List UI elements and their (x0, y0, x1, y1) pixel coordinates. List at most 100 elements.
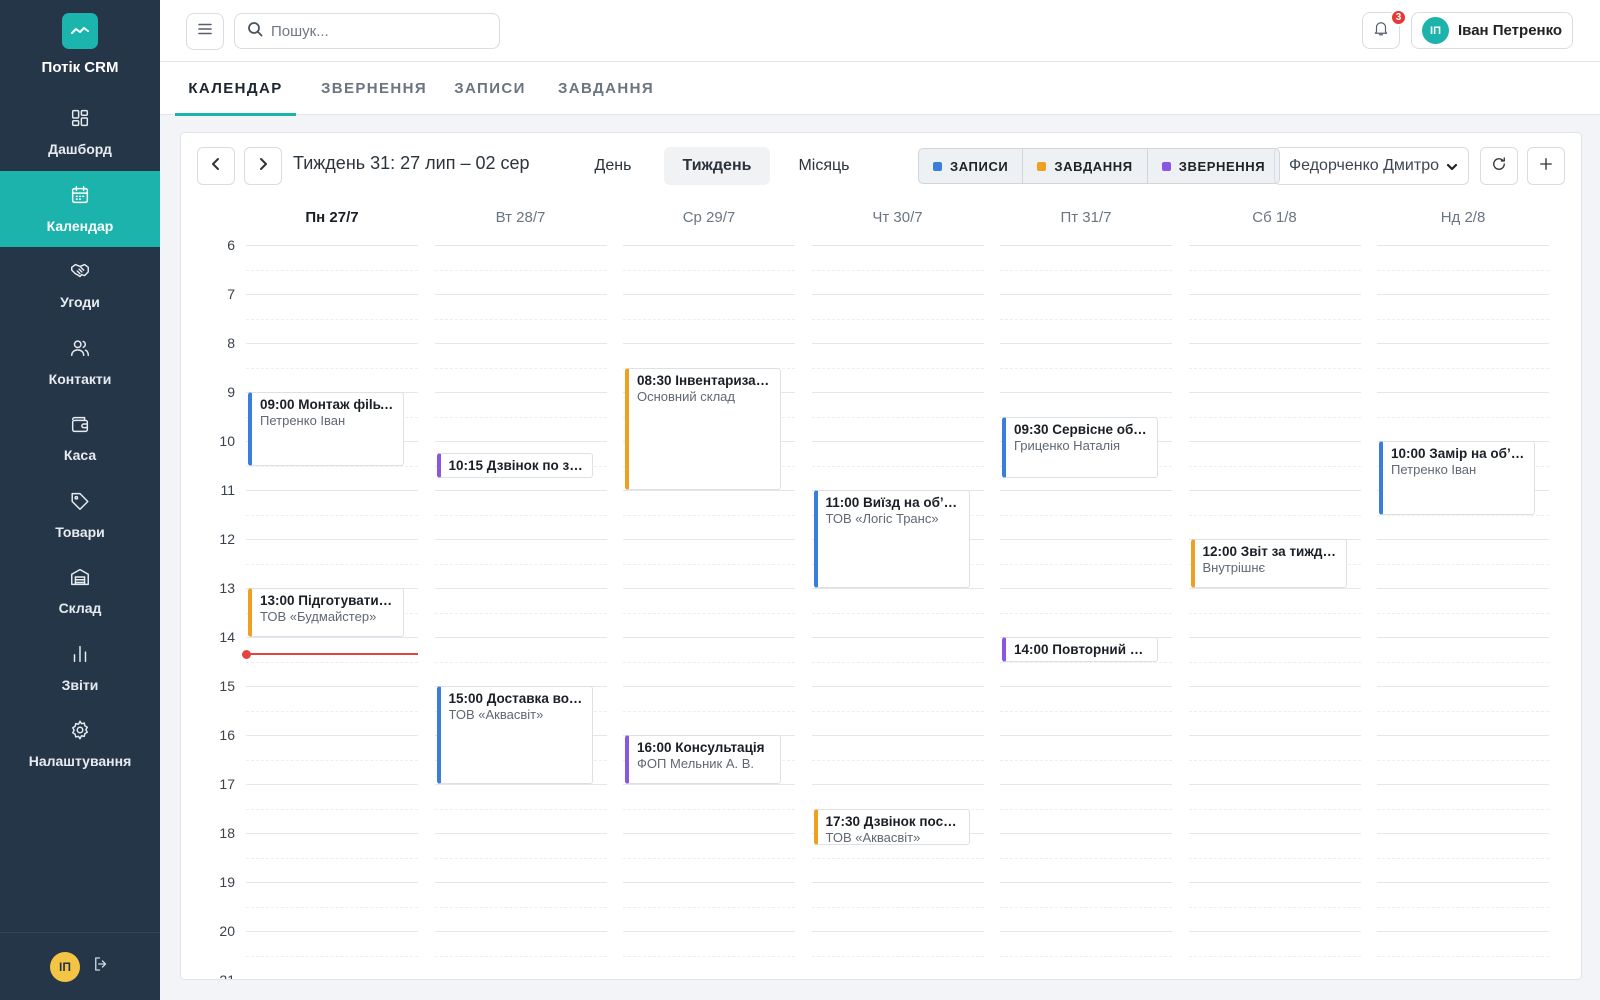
hour-line[interactable] (434, 343, 607, 344)
hour-line[interactable] (1188, 294, 1361, 295)
hour-line[interactable] (1000, 735, 1172, 736)
hour-line[interactable] (1377, 343, 1549, 344)
hour-line[interactable] (1000, 490, 1172, 491)
hour-line[interactable] (811, 588, 984, 589)
hour-line[interactable] (1377, 294, 1549, 295)
half-hour-line[interactable] (811, 416, 984, 418)
half-hour-line[interactable] (434, 857, 607, 859)
half-hour-line[interactable] (1377, 759, 1549, 761)
tab-tasks[interactable]: ЗАВДАННЯ (538, 62, 674, 115)
half-hour-line[interactable] (1188, 514, 1361, 516)
hour-line[interactable] (434, 539, 607, 540)
hour-line[interactable] (1377, 392, 1549, 393)
hour-line[interactable] (811, 343, 984, 344)
hour-line[interactable] (246, 245, 418, 246)
half-hour-line[interactable] (623, 514, 795, 516)
calendar-event[interactable]: 17:30 Дзвінок постачальникуТОВ «Аквасвіт… (813, 808, 970, 846)
half-hour-line[interactable] (1000, 759, 1172, 761)
hour-line[interactable] (623, 343, 795, 344)
hour-line[interactable] (1377, 588, 1549, 589)
hour-line[interactable] (623, 784, 795, 785)
half-hour-line[interactable] (434, 808, 607, 810)
calendar-event[interactable]: 13:00 Підготувати договірТОВ «Будмайстер… (248, 588, 404, 637)
day-header[interactable]: Сб 1/8 (1189, 209, 1361, 233)
half-hour-line[interactable] (1000, 318, 1172, 320)
hour-line[interactable] (434, 931, 607, 932)
half-hour-line[interactable] (246, 465, 418, 467)
add-event-button[interactable] (1527, 147, 1565, 185)
hour-line[interactable] (1377, 882, 1549, 883)
hour-line[interactable] (1188, 588, 1361, 589)
hour-line[interactable] (623, 245, 795, 246)
half-hour-line[interactable] (1377, 318, 1549, 320)
tab-requests[interactable]: ЗВЕРНЕННЯ (310, 62, 438, 115)
hour-line[interactable] (1188, 392, 1361, 393)
hour-line[interactable] (246, 343, 418, 344)
half-hour-line[interactable] (434, 367, 607, 369)
half-hour-line[interactable] (1377, 906, 1549, 908)
calendar-event[interactable]: 14:00 Повторний контакт (1002, 637, 1158, 662)
half-hour-line[interactable] (1000, 710, 1172, 712)
hour-line[interactable] (811, 245, 984, 246)
next-week-button[interactable] (244, 147, 282, 185)
half-hour-line[interactable] (434, 416, 607, 418)
hour-line[interactable] (246, 931, 418, 932)
prev-week-button[interactable] (197, 147, 235, 185)
hour-line[interactable] (623, 294, 795, 295)
hour-line[interactable] (1188, 931, 1361, 932)
hour-line[interactable] (1000, 686, 1172, 687)
day-header[interactable]: Нд 2/8 (1377, 209, 1549, 233)
hour-line[interactable] (811, 294, 984, 295)
hour-line[interactable] (246, 294, 418, 295)
sidebar-item-cash[interactable]: Каса (0, 400, 160, 477)
hour-line[interactable] (246, 686, 418, 687)
hour-line[interactable] (623, 490, 795, 491)
filter-records[interactable]: ЗАПИСИ (919, 149, 1024, 183)
sidebar-item-products[interactable]: Товари (0, 477, 160, 554)
half-hour-line[interactable] (1000, 955, 1172, 957)
half-hour-line[interactable] (246, 661, 418, 663)
hour-line[interactable] (811, 735, 984, 736)
half-hour-line[interactable] (434, 661, 607, 663)
half-hour-line[interactable] (811, 857, 984, 859)
half-hour-line[interactable] (246, 367, 418, 369)
hour-line[interactable] (1188, 735, 1361, 736)
half-hour-line[interactable] (1377, 661, 1549, 663)
half-hour-line[interactable] (811, 367, 984, 369)
hour-line[interactable] (1188, 343, 1361, 344)
view-day-button[interactable]: День (581, 147, 645, 185)
hour-line[interactable] (1377, 539, 1549, 540)
half-hour-line[interactable] (1188, 759, 1361, 761)
calendar-event[interactable]: 08:30 Інвентаризація Основний склад (625, 367, 781, 490)
menu-button[interactable] (186, 13, 224, 50)
half-hour-line[interactable] (1188, 808, 1361, 810)
calendar-event[interactable]: 11:00 Виїзд на об’єкт ТОВ «Логіс Транс» (813, 490, 970, 588)
half-hour-line[interactable] (246, 906, 418, 908)
half-hour-line[interactable] (811, 269, 984, 271)
half-hour-line[interactable] (811, 318, 984, 320)
hour-line[interactable] (1377, 245, 1549, 246)
half-hour-line[interactable] (434, 955, 607, 957)
hour-line[interactable] (1377, 931, 1549, 932)
half-hour-line[interactable] (811, 906, 984, 908)
hour-line[interactable] (1000, 294, 1172, 295)
half-hour-line[interactable] (1000, 906, 1172, 908)
hour-line[interactable] (246, 833, 418, 834)
hour-line[interactable] (1188, 441, 1361, 442)
hour-line[interactable] (811, 686, 984, 687)
calendar-event[interactable]: 10:00 Замір на об’єкті Петренко Іван (1379, 441, 1535, 515)
half-hour-line[interactable] (623, 612, 795, 614)
half-hour-line[interactable] (1377, 416, 1549, 418)
hour-line[interactable] (1377, 833, 1549, 834)
hour-line[interactable] (1000, 784, 1172, 785)
logo-icon[interactable] (62, 13, 98, 49)
half-hour-line[interactable] (1188, 612, 1361, 614)
half-hour-line[interactable] (1377, 857, 1549, 859)
hour-line[interactable] (811, 637, 984, 638)
day-header[interactable]: Ср 29/7 (623, 209, 795, 233)
calendar-event[interactable]: 10:15 Дзвінок по зверненню (436, 453, 593, 478)
hour-line[interactable] (246, 539, 418, 540)
half-hour-line[interactable] (434, 563, 607, 565)
hour-line[interactable] (811, 931, 984, 932)
hour-line[interactable] (1000, 931, 1172, 932)
